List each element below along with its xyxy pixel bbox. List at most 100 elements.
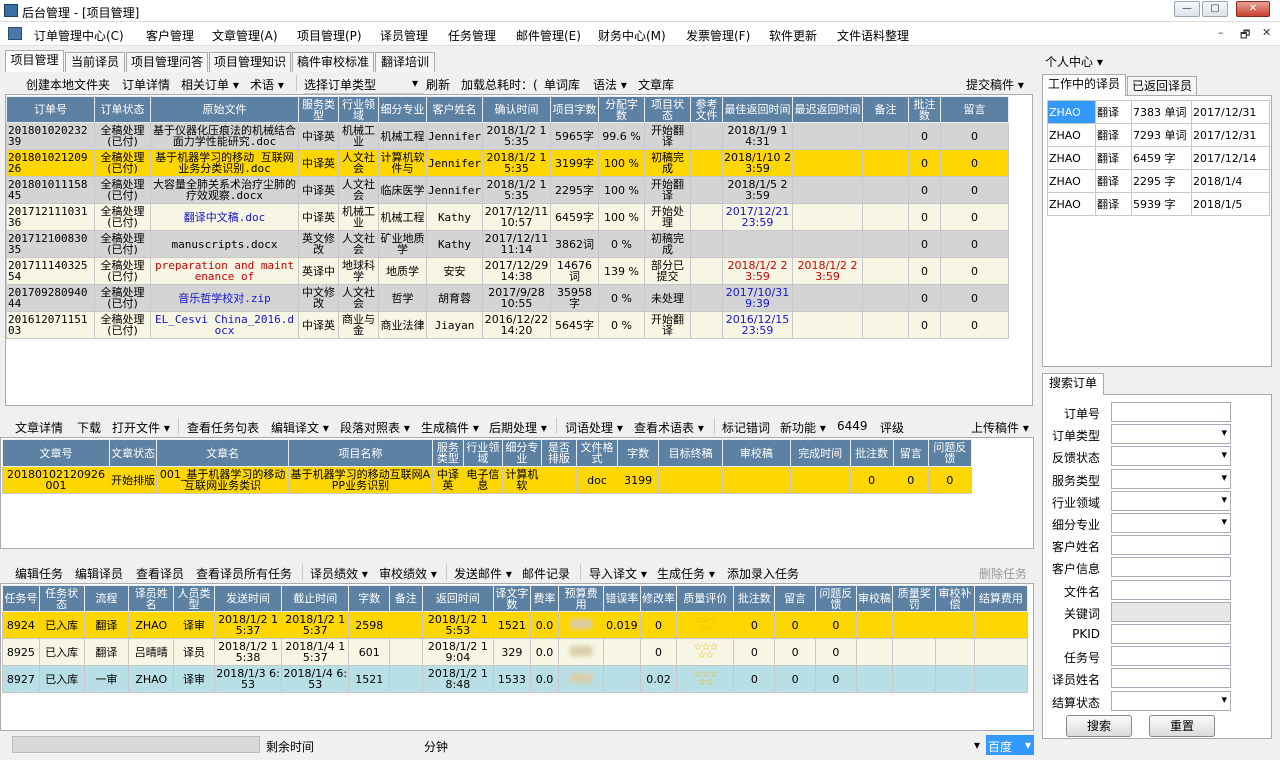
orders-header-cell[interactable]: 行业领域: [338, 96, 379, 123]
tasks-header-cell[interactable]: 译员姓名: [128, 585, 175, 612]
orders-header-cell[interactable]: 订单状态: [94, 96, 151, 123]
edit-translator-button[interactable]: 编辑译员: [75, 565, 123, 582]
orders-header-cell[interactable]: 批注数: [908, 96, 941, 123]
orders-header-cell[interactable]: 订单号: [6, 96, 95, 123]
tasks-header-cell[interactable]: 问题反馈: [814, 585, 857, 612]
order-detail-button[interactable]: 订单详情: [122, 76, 170, 93]
article-library-button[interactable]: 文章库: [638, 76, 674, 93]
article-detail-button[interactable]: 文章详情: [15, 419, 63, 436]
menu-translators[interactable]: 译员管理: [380, 27, 428, 44]
tasks-header-cell[interactable]: 预算费用: [558, 585, 605, 612]
orders-header-cell[interactable]: 分配字数: [598, 96, 645, 123]
close-button[interactable]: ✕: [1236, 1, 1270, 17]
menu-finance[interactable]: 财务中心(M): [598, 27, 666, 44]
orders-header-cell[interactable]: 参考文件: [690, 96, 723, 123]
chevron-down-icon[interactable]: ▾: [412, 76, 418, 90]
search-field-select[interactable]: [1111, 424, 1231, 445]
articles-header-cell[interactable]: 细分专业: [501, 439, 542, 467]
orders-header-cell[interactable]: 确认时间: [482, 96, 551, 123]
tasks-header-cell[interactable]: 返回时间: [421, 585, 495, 612]
view-sentences-button[interactable]: 查看任务句表: [187, 419, 259, 436]
orders-header-cell[interactable]: 留言: [940, 96, 1009, 123]
mdi-close-icon[interactable]: ✕: [1262, 26, 1271, 39]
articles-header-cell[interactable]: 文章状态: [108, 439, 158, 467]
create-folder-button[interactable]: 创建本地文件夹: [26, 76, 110, 93]
menu-invoices[interactable]: 发票管理(F): [686, 27, 750, 44]
tasks-header-cell[interactable]: 备注: [389, 585, 423, 612]
term-dropdown[interactable]: 术语 ▾: [250, 76, 284, 93]
import-dropdown[interactable]: 导入译文 ▾: [589, 565, 647, 582]
search-button[interactable]: 搜索: [1066, 715, 1132, 737]
orders-header-cell[interactable]: 细分专业: [378, 96, 427, 123]
search-field-select[interactable]: [1111, 690, 1231, 711]
search-field-input[interactable]: [1111, 535, 1231, 556]
orders-header-cell[interactable]: 服务类型: [298, 96, 339, 123]
maximize-button[interactable]: ▢: [1202, 1, 1228, 17]
search-field-select[interactable]: [1111, 468, 1231, 489]
tasks-header-cell[interactable]: 任务状态: [38, 585, 85, 612]
search-field-input[interactable]: [1111, 668, 1231, 689]
tasks-header-cell[interactable]: 审校补偿: [935, 585, 975, 612]
chevron-down-icon[interactable]: ▾: [974, 738, 980, 752]
tab-search-orders[interactable]: 搜索订单: [1042, 373, 1104, 395]
translator-row[interactable]: ZHAO 翻译 5939 字 2018/1/5: [1047, 192, 1270, 216]
open-file-dropdown[interactable]: 打开文件 ▾: [112, 419, 170, 436]
upload-dropdown[interactable]: 上传稿件 ▾: [971, 419, 1029, 436]
articles-header-cell[interactable]: 字数: [617, 439, 660, 467]
articles-header-cell[interactable]: 问题反馈: [927, 439, 973, 467]
orders-header-cell[interactable]: 最迟返回时间: [792, 96, 863, 123]
tasks-header-cell[interactable]: 发送时间: [213, 585, 283, 612]
mark-errors-button[interactable]: 标记错词: [722, 419, 770, 436]
search-field-input[interactable]: [1111, 402, 1231, 422]
search-field-select[interactable]: [1111, 446, 1231, 467]
order-type-select[interactable]: 选择订单类型: [304, 76, 424, 94]
word-process-dropdown[interactable]: 词语处理 ▾: [565, 419, 623, 436]
evaluate-button[interactable]: 评级: [880, 419, 904, 436]
task-row[interactable]: 8924 已入库 翻译 ZHAO 译审 2018/1/2 15:37 2018/1/2 15…: [2, 611, 1029, 639]
tab-returned-translators[interactable]: 已返回译员: [1127, 76, 1197, 96]
order-row[interactable]: 20180101115845 全稿处理(已付) 大容量全肺关系术治疗尘肺的疗效观察.…: [6, 176, 1009, 204]
tasks-header-cell[interactable]: 费率: [529, 585, 560, 612]
mdi-minimize-icon[interactable]: –: [1218, 26, 1224, 39]
view-translator-button[interactable]: 查看译员: [136, 565, 184, 582]
tasks-header-cell[interactable]: 留言: [774, 585, 816, 612]
generate-task-dropdown[interactable]: 生成任务 ▾: [657, 565, 715, 582]
task-row[interactable]: 8927 已入库 一审 ZHAO 译审 2018/1/3 6:53 2018/1/4 6:5…: [2, 665, 1029, 693]
paragraph-table-dropdown[interactable]: 段落对照表 ▾: [340, 419, 410, 436]
tasks-header-cell[interactable]: 译文字数: [493, 585, 531, 612]
personal-center-dropdown[interactable]: 个人中心 ▾: [1045, 53, 1103, 70]
tasks-header-cell[interactable]: 错误率: [603, 585, 641, 612]
tab-project-management[interactable]: 项目管理: [5, 50, 64, 72]
articles-header-cell[interactable]: 行业领域: [462, 439, 503, 467]
add-task-button[interactable]: 添加录入任务: [727, 565, 799, 582]
tasks-header-cell[interactable]: 质量奖罚: [892, 585, 937, 612]
orders-header-cell[interactable]: 客户姓名: [426, 96, 483, 123]
mail-log-button[interactable]: 邮件记录: [522, 565, 570, 582]
tasks-header-cell[interactable]: 截止时间: [281, 585, 350, 612]
tasks-header-cell[interactable]: 任务号: [2, 585, 40, 612]
menu-mail[interactable]: 邮件管理(E): [516, 27, 581, 44]
submit-dropdown[interactable]: 提交稿件 ▾: [966, 76, 1024, 93]
search-field-input[interactable]: [1111, 601, 1231, 622]
articles-header-cell[interactable]: 文件格式: [575, 439, 619, 467]
tab-working-translators[interactable]: 工作中的译员: [1042, 74, 1126, 96]
view-terms-dropdown[interactable]: 查看术语表 ▾: [634, 419, 704, 436]
tab-project-knowledge[interactable]: 项目管理知识: [209, 52, 291, 72]
menu-projects[interactable]: 项目管理(P): [297, 27, 362, 44]
translator-row[interactable]: ZHAO 翻译 6459 字 2017/12/14: [1047, 146, 1270, 170]
search-field-input[interactable]: [1111, 579, 1231, 600]
orders-header-cell[interactable]: 最佳返回时间: [722, 96, 793, 123]
articles-header-cell[interactable]: 完成时间: [789, 439, 851, 467]
articles-header-cell[interactable]: 服务类型: [431, 439, 464, 467]
tab-translation-training[interactable]: 翻译培训: [375, 52, 435, 72]
tab-project-qa[interactable]: 项目管理问答: [126, 52, 208, 72]
tab-review-standard[interactable]: 稿件审校标准: [292, 52, 374, 72]
review-perf-dropdown[interactable]: 审校绩效 ▾: [379, 565, 437, 582]
menu-customers[interactable]: 客户管理: [146, 27, 194, 44]
delete-task-button[interactable]: 删除任务: [979, 565, 1027, 582]
menu-updates[interactable]: 软件更新: [769, 27, 817, 44]
mdi-restore-icon[interactable]: 🗗: [1240, 26, 1250, 45]
tasks-header-cell[interactable]: 批注数: [733, 585, 776, 612]
quality-stars[interactable]: ☆☆☆ ☆☆: [676, 638, 735, 666]
orders-header-cell[interactable]: 原始文件: [150, 96, 299, 123]
